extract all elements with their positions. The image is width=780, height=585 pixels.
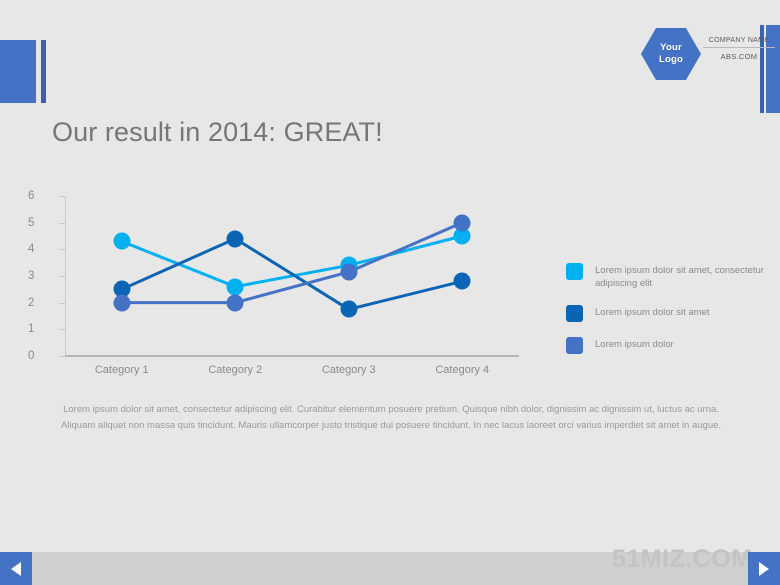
logo-text-line2: Logo — [658, 54, 683, 65]
y-tick-label: 5 — [28, 216, 35, 229]
top-left-accent-bar — [41, 40, 46, 103]
data-point — [113, 294, 131, 312]
company-info: COMPANY NAME ABS.COM — [703, 37, 775, 61]
legend-label: Lorem ipsum dolor — [595, 339, 674, 350]
data-point — [340, 263, 358, 281]
y-tick-label: 2 — [28, 296, 35, 309]
prev-slide-button[interactable] — [0, 552, 32, 585]
legend-swatch — [566, 305, 583, 322]
legend-swatch — [566, 263, 583, 280]
logo: Your Logo — [641, 28, 701, 80]
data-point — [226, 230, 244, 248]
company-name: COMPANY NAME — [703, 37, 775, 48]
data-point — [453, 272, 471, 290]
body-paragraph: Lorem ipsum dolor sit amet, consectetur … — [60, 404, 722, 431]
data-point — [226, 278, 244, 296]
next-slide-button[interactable] — [748, 552, 780, 585]
hexagon-logo-icon: Your Logo — [641, 28, 701, 80]
y-tick-label: 3 — [28, 270, 35, 282]
legend-item[interactable]: Lorem ipsum dolor sit amet — [566, 305, 766, 322]
y-tick-label: 4 — [28, 243, 35, 256]
y-tick-label: 6 — [28, 190, 35, 202]
company-website: ABS.COM — [720, 52, 758, 61]
series-lines — [121, 221, 463, 311]
slide-canvas: Your Logo COMPANY NAME ABS.COM Our resul… — [0, 0, 780, 585]
y-tick-label: 0 — [28, 350, 35, 362]
watermark: 51MIZ.COM — [612, 545, 753, 573]
arrow-right-icon — [759, 561, 769, 576]
data-point — [340, 300, 358, 318]
line-chart: 0123456 Category 1 Category 2 Category 3 Ca… — [28, 188, 526, 378]
legend-item[interactable]: Lorem ipsum dolor — [566, 337, 766, 354]
y-tick-label: 1 — [28, 323, 35, 336]
top-left-accent-block — [0, 40, 36, 103]
legend-label: Lorem ipsum dolor sit amet — [595, 307, 710, 318]
logo-text-line1: Your — [660, 42, 682, 53]
arrow-left-icon — [11, 561, 21, 576]
page-title: Our result in 2014: GREAT! — [52, 117, 383, 147]
data-point — [226, 294, 244, 312]
legend-swatch — [566, 337, 583, 354]
data-point — [453, 214, 471, 232]
legend-item[interactable]: Lorem ipsum dolor sit amet, consectetur … — [566, 263, 766, 290]
legend-label: Lorem ipsum dolor sit amet, consectetur … — [595, 265, 764, 289]
data-point — [113, 232, 131, 250]
chart-legend: Lorem ipsum dolor sit amet, consectetur … — [566, 263, 766, 369]
